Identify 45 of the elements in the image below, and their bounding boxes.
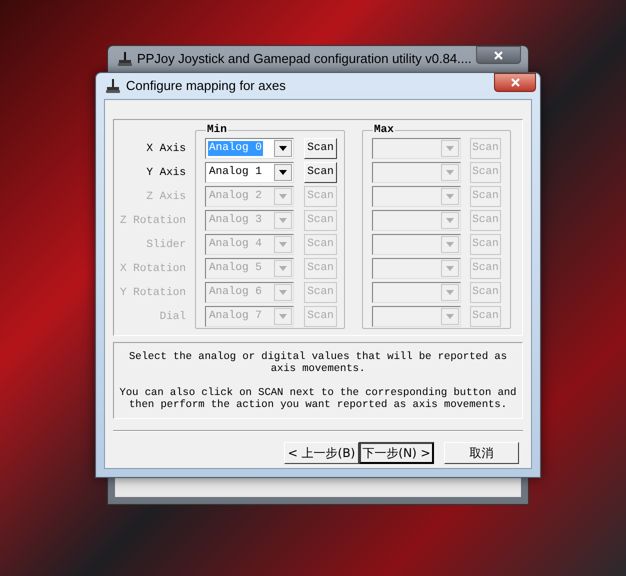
caret-down-icon (446, 170, 454, 175)
scan-button[interactable]: Scan (304, 138, 337, 159)
dialog-title: Configure mapping for axes (126, 77, 286, 96)
caret-down-icon (446, 194, 454, 199)
axis-label: Dial (160, 310, 186, 326)
close-button[interactable] (476, 46, 521, 64)
group-label: Max (373, 124, 395, 136)
cancel-button[interactable]: 取消 (444, 442, 519, 464)
back-button[interactable]: < 上一步(B) (284, 442, 359, 464)
caret-down-icon (279, 266, 287, 271)
axis-label: X Axis (146, 142, 186, 158)
axis-label: Slider (146, 238, 186, 254)
caret-down-icon (446, 290, 454, 295)
help-paragraph: You can also click on SCAN next to the corresponding button and then perform the action you want reported as axis movements. (118, 386, 518, 410)
caret-down-icon (279, 242, 287, 247)
joystick-icon (105, 78, 121, 94)
caret-down-icon (446, 218, 454, 223)
dropdown-arrow-button[interactable] (274, 140, 292, 157)
help-paragraph: Select the analog or digital values that will be reported as axis movements. (128, 350, 508, 374)
caret-down-icon (279, 218, 287, 223)
caret-down-icon (279, 314, 287, 319)
joystick-icon (117, 51, 133, 67)
close-button[interactable] (494, 73, 536, 92)
caret-down-icon (279, 170, 287, 175)
window-title: PPJoy Joystick and Gamepad configuration utility v0.84.... (137, 50, 472, 68)
caret-down-icon (446, 242, 454, 247)
caret-down-icon (446, 314, 454, 319)
dropdown-arrow-button[interactable] (274, 164, 292, 181)
axis-label: Y Rotation (120, 286, 186, 302)
axis-dropdown[interactable]: Analog 1 (205, 162, 294, 183)
axis-dropdown[interactable]: Analog 0 (205, 138, 294, 159)
next-button[interactable]: 下一步(N) > (359, 442, 434, 464)
caret-down-icon (279, 146, 287, 151)
caret-down-icon (446, 146, 454, 151)
caret-down-icon (279, 194, 287, 199)
axis-label: Z Axis (146, 190, 186, 206)
axis-label: Y Axis (146, 166, 186, 182)
group-label: Min (206, 124, 228, 136)
caret-down-icon (446, 266, 454, 271)
caret-down-icon (279, 290, 287, 295)
axis-label: Z Rotation (120, 214, 186, 230)
close-icon (510, 78, 520, 87)
axis-label: X Rotation (120, 262, 186, 278)
scan-button[interactable]: Scan (304, 162, 337, 183)
close-icon (494, 50, 503, 60)
